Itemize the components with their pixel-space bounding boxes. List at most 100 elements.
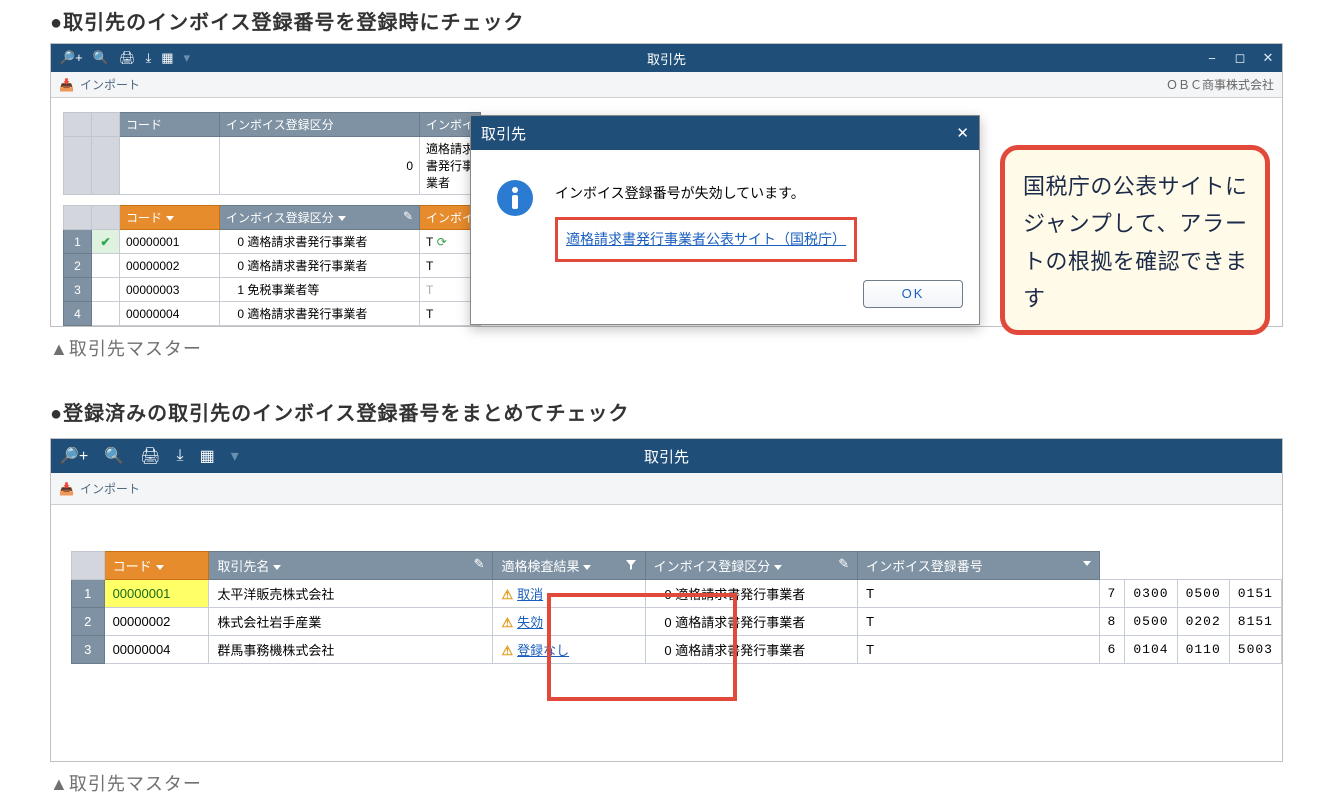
- grid-row[interactable]: 2 00000002 株式会社岩手産業 ⚠失効 0 適格請求書発行事業者 T 8…: [72, 608, 1282, 636]
- header-name[interactable]: 取引先名 ✎: [209, 552, 493, 580]
- header-spacer: [92, 113, 120, 137]
- dropdown-icon[interactable]: [273, 565, 281, 570]
- cell-code[interactable]: 00000002: [104, 608, 209, 636]
- cell-code[interactable]: 00000003: [120, 278, 220, 302]
- close-button[interactable]: ✕: [1254, 44, 1282, 72]
- grid-row[interactable]: 1 00000001 太平洋販売株式会社 ⚠取消 0 適格請求書発行事業者 T …: [72, 580, 1282, 608]
- dropdown-icon[interactable]: [774, 565, 782, 570]
- grid-row[interactable]: 4 00000004 0 適格請求書発行事業者 T: [64, 302, 481, 326]
- cell-invno-c: 0500: [1177, 580, 1229, 608]
- header-invoice-class[interactable]: インボイス登録区分: [220, 113, 420, 137]
- more-icon[interactable]: ▾: [184, 50, 191, 66]
- pdf-icon[interactable]: ⤓: [177, 447, 184, 465]
- cell-code[interactable]: 00000001: [120, 230, 220, 254]
- cell-class[interactable]: 0 適格請求書発行事業者: [220, 254, 420, 278]
- grid-row[interactable]: 3 00000004 群馬事務機株式会社 ⚠登録なし 0 適格請求書発行事業者 …: [72, 636, 1282, 664]
- cell-class-code: 0: [654, 643, 672, 658]
- header-code[interactable]: コード: [104, 552, 209, 580]
- zoom-icon[interactable]: 🔍: [104, 446, 124, 466]
- header-spacer: [64, 206, 92, 230]
- pencil-icon[interactable]: ✎: [838, 556, 849, 572]
- result-link[interactable]: 登録なし: [517, 643, 569, 658]
- excel-icon[interactable]: ▦: [161, 50, 173, 66]
- company-name: ＯＢＣ商事株式会社: [1166, 76, 1274, 93]
- header-invoice-no[interactable]: インボイス登録番号: [858, 552, 1099, 580]
- grid-row[interactable]: 3 00000003 1 免税事業者等 T: [64, 278, 481, 302]
- print-icon[interactable]: 🖨: [119, 50, 136, 66]
- cell-name[interactable]: 太平洋販売株式会社: [209, 580, 493, 608]
- cell-class[interactable]: 0 適格請求書発行事業者: [645, 636, 857, 664]
- cell-code[interactable]: 00000004: [120, 302, 220, 326]
- cell-code[interactable]: 00000004: [104, 636, 209, 664]
- import-icon[interactable]: 📥: [59, 78, 74, 92]
- grid-1b: コード インボイス登録区分✎ インボイ 1 ✔ 00000001 0 適格請求書…: [63, 205, 481, 326]
- cell-t: T: [858, 636, 1099, 664]
- dialog-message: インボイス登録番号が失効しています。: [555, 178, 857, 209]
- dropdown-icon[interactable]: [1083, 561, 1091, 566]
- search-plus-icon[interactable]: 🔎+: [59, 50, 83, 66]
- cell-result[interactable]: ⚠失効: [493, 608, 645, 636]
- app-window-2: 🔎+ 🔍 🖨 ⤓ ▦ ▾ 取引先 📥 インポート コード 取引先名✎ 適格検査結…: [50, 438, 1283, 762]
- close-icon[interactable]: ✕: [956, 124, 969, 142]
- cell-code[interactable]: 00000002: [120, 254, 220, 278]
- cell-class[interactable]: 0 適格請求書発行事業者: [220, 302, 420, 326]
- dropdown-icon[interactable]: [338, 216, 346, 221]
- grid-row[interactable]: 2 00000002 0 適格請求書発行事業者 T: [64, 254, 481, 278]
- cell-code[interactable]: 00000001: [104, 580, 209, 608]
- zoom-icon[interactable]: 🔍: [93, 50, 109, 66]
- cell-class[interactable]: 1 免税事業者等: [220, 278, 420, 302]
- header-code[interactable]: コード: [120, 206, 220, 230]
- import-button[interactable]: インポート: [80, 76, 140, 93]
- import-icon[interactable]: 📥: [59, 482, 74, 496]
- cell-result[interactable]: ⚠ 登録なし: [493, 636, 645, 664]
- cell-class-code[interactable]: 0: [220, 137, 420, 195]
- cell-class[interactable]: 0 適格請求書発行事業者: [645, 608, 857, 636]
- print-icon[interactable]: 🖨: [140, 446, 160, 466]
- header-invoice-no-prefix-label: インボイ: [426, 211, 474, 225]
- grid-row[interactable]: 1 ✔ 00000001 0 適格請求書発行事業者 T ⟳: [64, 230, 481, 254]
- cell-class-name: 適格請求書発行事業者: [247, 235, 367, 249]
- app-body-2: コード 取引先名✎ 適格検査結果 インボイス登録区分✎ インボイス登録番号 1 …: [51, 551, 1282, 761]
- header-invoice-class[interactable]: インボイス登録区分✎: [220, 206, 420, 230]
- cell-class-name: 適格請求書発行事業者: [675, 643, 805, 658]
- minimize-button[interactable]: −: [1198, 44, 1226, 72]
- nta-site-link[interactable]: 適格請求書発行事業者公表サイト（国税庁）: [566, 231, 846, 247]
- cell-code[interactable]: [120, 137, 220, 195]
- header-result-label: 適格検査結果: [501, 559, 579, 574]
- search-plus-icon[interactable]: 🔎+: [59, 446, 88, 466]
- dropdown-icon[interactable]: [166, 216, 174, 221]
- more-icon[interactable]: ▾: [231, 446, 239, 466]
- result-link[interactable]: 失効: [517, 615, 543, 630]
- import-button[interactable]: インポート: [80, 480, 140, 497]
- warning-icon: ⚠: [501, 587, 513, 602]
- header-result[interactable]: 適格検査結果: [493, 552, 645, 580]
- pencil-icon[interactable]: ✎: [403, 209, 413, 223]
- header-name-label: 取引先名: [217, 559, 269, 574]
- dropdown-icon[interactable]: [156, 565, 164, 570]
- maximize-button[interactable]: ◻: [1226, 44, 1254, 72]
- dropdown-icon[interactable]: [583, 565, 591, 570]
- cell-class-name: 免税事業者等: [247, 283, 319, 297]
- cell-class-code: 0: [226, 235, 244, 249]
- header-code[interactable]: コード: [120, 113, 220, 137]
- warning-icon: ⚠: [501, 643, 513, 658]
- header-invoice-class[interactable]: インボイス登録区分 ✎: [645, 552, 857, 580]
- header-invoice-class-label: インボイス登録区分: [654, 559, 771, 574]
- cell-class[interactable]: 0 適格請求書発行事業者: [645, 580, 857, 608]
- ok-button[interactable]: OK: [863, 280, 963, 308]
- info-icon: [495, 178, 535, 218]
- pencil-icon[interactable]: ✎: [474, 556, 485, 572]
- excel-icon[interactable]: ▦: [200, 446, 215, 466]
- filter-icon[interactable]: [625, 559, 637, 571]
- cell-name[interactable]: 群馬事務機株式会社: [209, 636, 493, 664]
- pdf-icon[interactable]: ⤓: [145, 50, 151, 66]
- toolbar-import-2: 📥 インポート: [51, 473, 1282, 505]
- cell-result[interactable]: ⚠ 取消: [493, 580, 645, 608]
- cell-name[interactable]: 株式会社岩手産業: [209, 608, 493, 636]
- check-icon: ✔: [100, 235, 110, 249]
- result-link[interactable]: 取消: [517, 587, 543, 602]
- cell-invno-b: 0300: [1125, 580, 1177, 608]
- header-spacer: [92, 206, 120, 230]
- row-number: 1: [72, 580, 105, 608]
- cell-class[interactable]: 0 適格請求書発行事業者: [220, 230, 420, 254]
